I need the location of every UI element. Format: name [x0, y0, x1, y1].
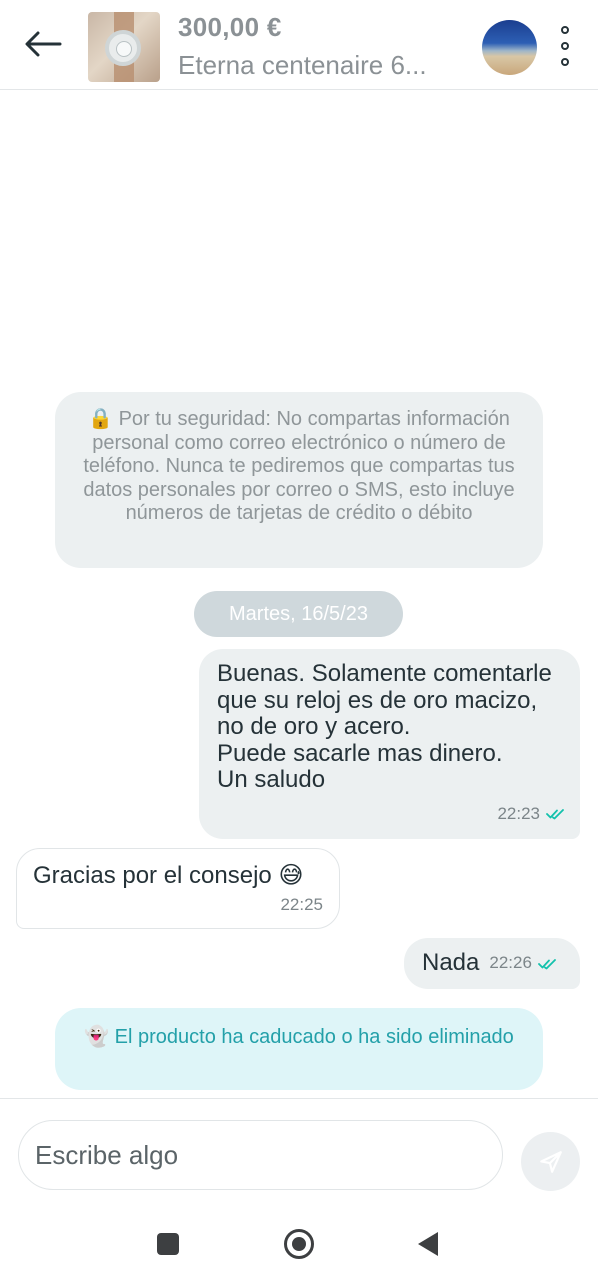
product-expired-notice: 👻 El producto ha caducado o ha sido elim…: [55, 1008, 543, 1090]
message-text: Gracias por el consejo 😅: [33, 862, 304, 889]
home-circle-icon[interactable]: [284, 1229, 314, 1259]
message-composer: [0, 1098, 598, 1210]
back-button[interactable]: [22, 26, 64, 62]
send-button[interactable]: [521, 1132, 580, 1191]
product-title[interactable]: Eterna centenaire 6...: [178, 50, 468, 81]
product-thumbnail[interactable]: [88, 12, 160, 82]
received-message[interactable]: Gracias por el consejo 😅 22:25: [16, 848, 340, 929]
more-vertical-icon: [561, 26, 569, 34]
sent-message[interactable]: Buenas. Solamente comentarle que su relo…: [199, 649, 580, 839]
system-navigation-bar: [0, 1210, 598, 1280]
user-avatar[interactable]: [482, 20, 537, 75]
message-time: 22:26: [489, 953, 532, 973]
message-time: 22:25: [280, 894, 323, 914]
message-meta: 22:26: [489, 950, 558, 977]
message-text: Nada: [422, 949, 480, 977]
message-text: Buenas. Solamente comentarle que su relo…: [217, 660, 552, 793]
double-check-icon: [538, 958, 556, 969]
chat-header: 300,00 € Eterna centenaire 6...: [0, 0, 598, 90]
product-price[interactable]: 300,00 €: [178, 12, 282, 43]
arrow-left-icon: [25, 31, 62, 57]
send-icon: [539, 1150, 562, 1173]
message-meta: 22:25: [280, 890, 323, 919]
message-input[interactable]: [18, 1120, 503, 1190]
message-meta: 22:23: [497, 801, 566, 828]
security-notice: 🔒 Por tu seguridad: No compartas informa…: [55, 392, 543, 568]
message-time: 22:23: [497, 803, 540, 823]
watch-image: [105, 30, 141, 66]
sent-message[interactable]: Nada 22:26: [404, 938, 580, 989]
more-options-button[interactable]: [552, 24, 578, 68]
date-separator: Martes, 16/5/23: [194, 591, 403, 637]
recents-square-icon[interactable]: [157, 1233, 179, 1255]
double-check-icon: [546, 808, 564, 820]
back-triangle-icon[interactable]: [418, 1232, 438, 1256]
